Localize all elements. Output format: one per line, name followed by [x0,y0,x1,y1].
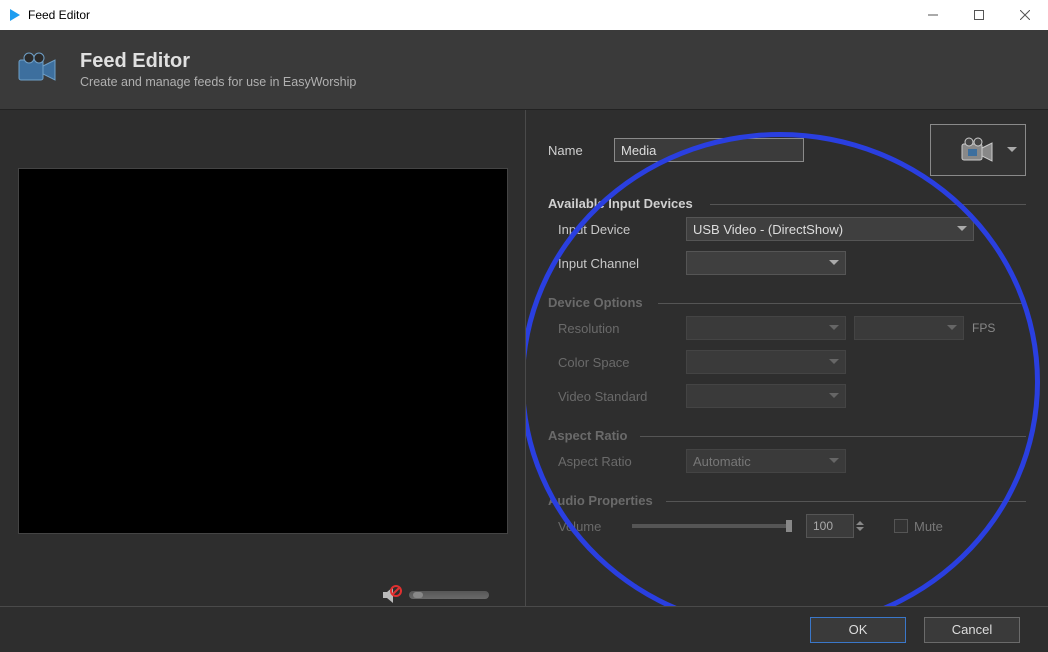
thumbnail-selector[interactable] [930,124,1026,176]
volume-value [806,514,854,538]
fps-select [854,316,964,340]
input-device-label: Input Device [558,222,686,237]
properties-pane: Name Available Input Devices Input Devic… [525,110,1048,606]
chevron-down-icon [829,393,839,398]
preview-volume-slider[interactable] [409,591,489,599]
video-standard-label: Video Standard [558,389,686,404]
input-channel-label: Input Channel [558,256,686,271]
fps-suffix: FPS [972,321,995,335]
aspect-ratio-label: Aspect Ratio [558,454,686,469]
aspect-ratio-select: Automatic [686,449,846,473]
resolution-select [686,316,846,340]
aspect-ratio-value: Automatic [693,454,751,469]
camera-icon [16,47,62,93]
input-channel-select[interactable] [686,251,846,275]
group-aspect-ratio: Aspect Ratio [548,428,1026,443]
window-minimize-button[interactable] [910,0,956,30]
window-titlebar: Feed Editor [0,0,1048,30]
chevron-down-icon [829,458,839,463]
chevron-down-icon [1007,147,1017,152]
video-standard-select [686,384,846,408]
chevron-down-icon [829,359,839,364]
mute-label: Mute [914,519,943,534]
dialog-subtitle: Create and manage feeds for use in EasyW… [80,75,356,89]
app-icon [8,8,22,22]
volume-spinner [806,514,864,538]
video-preview [18,168,508,534]
group-audio-properties: Audio Properties [548,493,1026,508]
volume-label: Volume [558,519,632,534]
mute-checkbox [894,519,908,533]
dialog-header: Feed Editor Create and manage feeds for … [0,30,1048,110]
volume-slider [632,524,792,528]
window-maximize-button[interactable] [956,0,1002,30]
preview-pane [0,110,525,606]
chevron-down-icon [957,226,967,231]
resolution-label: Resolution [558,321,686,336]
name-input[interactable] [614,138,804,162]
window-close-button[interactable] [1002,0,1048,30]
cancel-button[interactable]: Cancel [924,617,1020,643]
color-space-select [686,350,846,374]
dialog-title: Feed Editor [80,50,356,73]
chevron-down-icon [829,260,839,265]
ok-button[interactable]: OK [810,617,906,643]
color-space-label: Color Space [558,355,686,370]
window-title: Feed Editor [28,8,90,22]
input-device-value: USB Video - (DirectShow) [693,222,843,237]
group-device-options: Device Options [548,295,1026,310]
input-device-select[interactable]: USB Video - (DirectShow) [686,217,974,241]
name-label: Name [548,143,600,158]
chevron-down-icon [947,325,957,330]
group-input-devices: Available Input Devices [548,196,1026,211]
dialog-footer: OK Cancel [0,606,1048,652]
chevron-down-icon [829,325,839,330]
speaker-muted-icon[interactable] [381,584,403,606]
